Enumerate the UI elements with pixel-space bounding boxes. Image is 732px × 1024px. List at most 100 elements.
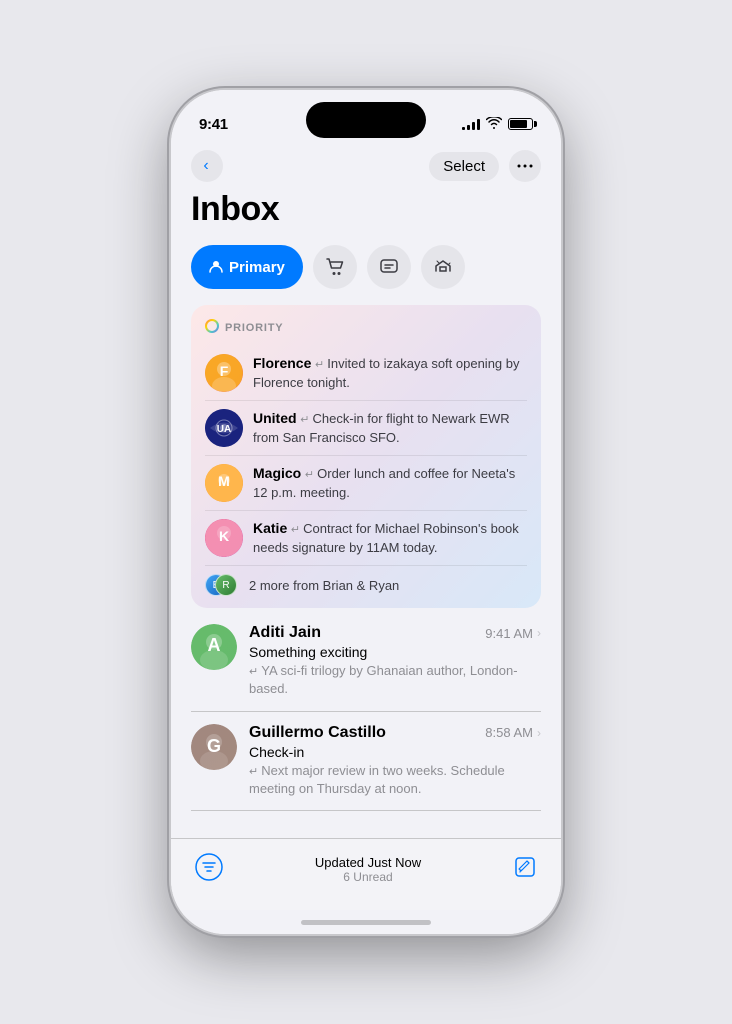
florence-message: Florence ↵ Invited to izakaya soft openi… [253,354,527,392]
status-time: 9:41 [199,116,228,133]
svg-text:F: F [220,363,229,379]
katie-sender: Katie [253,520,287,536]
signal-bar-1 [462,127,465,130]
aditi-subject: Something exciting [249,644,541,660]
aditi-preview: ↵ YA sci-fi trilogy by Ghanaian author, … [249,662,541,699]
aditi-time: 9:41 AM [485,626,533,641]
back-arrow-icon: ‹ [203,157,208,175]
magico-avatar: M [205,464,243,502]
more-avatar-group: B R [205,574,231,596]
guillermo-preview: ↵ Next major review in two weeks. Schedu… [249,762,541,799]
guillermo-time-row: 8:58 AM › [485,725,541,740]
priority-item-katie[interactable]: K Katie ↵ [205,511,527,566]
home-bar [301,920,431,925]
status-icons [462,117,533,132]
aditi-time-row: 9:41 AM › [485,626,541,641]
signal-bar-2 [467,125,470,130]
svg-text:M: M [218,473,230,489]
united-sender: United [253,410,297,426]
aditi-mail-body: Aditi Jain 9:41 AM › Something exciting … [249,624,541,699]
tab-primary[interactable]: Primary [191,245,303,289]
nav-right-buttons: Select [429,150,541,182]
primary-tab-label: Primary [229,259,285,276]
tab-messages[interactable] [367,245,411,289]
svg-text:A: A [208,635,221,655]
messages-icon [380,258,398,276]
magico-text: Magico ↵ Order lunch and coffee for Neet… [253,464,527,502]
home-indicator [171,910,561,934]
florence-text: Florence ↵ Invited to izakaya soft openi… [253,354,527,392]
inbox-title: Inbox [191,190,541,229]
mail-item-aditi[interactable]: A Aditi Jain 9:41 AM [191,612,541,712]
toolbar-status: Updated Just Now 6 Unread [315,855,421,884]
guillermo-header-row: Guillermo Castillo 8:58 AM › [249,724,541,742]
aditi-sender: Aditi Jain [249,624,321,642]
priority-item-florence[interactable]: F Florence ↵ [205,346,527,401]
aditi-summary-icon: ↵ [249,666,261,678]
tab-shopping[interactable] [313,245,357,289]
katie-summary-icon: ↵ [291,524,303,536]
more-senders[interactable]: B R 2 more from Brian & Ryan [205,566,527,598]
priority-icon [205,319,219,336]
ryan-avatar: R [215,574,237,596]
promos-icon [434,258,452,276]
guillermo-time: 8:58 AM [485,725,533,740]
florence-summary-icon: ↵ [315,359,327,371]
wifi-icon [486,117,502,132]
bottom-toolbar: Updated Just Now 6 Unread [171,838,561,910]
guillermo-summary-icon: ↵ [249,766,261,778]
priority-label: PRIORITY [205,319,527,336]
ellipsis-icon [517,164,533,168]
filter-button[interactable] [195,853,223,886]
filter-icon [195,853,223,881]
phone-screen: 9:41 [171,90,561,934]
battery-icon [508,118,533,130]
tab-promos[interactable] [421,245,465,289]
priority-item-magico[interactable]: M Magico ↵ [205,456,527,511]
guillermo-avatar: G [191,724,237,770]
svg-text:UA: UA [217,424,231,435]
priority-item-united[interactable]: UA United ↵ Check-in for flight to Newar… [205,401,527,456]
svg-text:K: K [219,528,229,544]
guillermo-mail-body: Guillermo Castillo 8:58 AM › Check-in ↵ … [249,724,541,799]
priority-sparkle-icon [205,319,219,333]
united-message: United ↵ Check-in for flight to Newark E… [253,409,527,447]
select-button[interactable]: Select [429,152,499,181]
svg-text:G: G [207,736,221,756]
katie-text: Katie ↵ Contract for Michael Robinson's … [253,519,527,557]
more-senders-text: 2 more from Brian & Ryan [249,578,399,593]
united-summary-icon: ↵ [300,414,312,426]
priority-section: PRIORITY F [191,305,541,608]
magico-message: Magico ↵ Order lunch and coffee for Neet… [253,464,527,502]
katie-avatar: K [205,519,243,557]
shopping-cart-icon [326,258,344,276]
aditi-chevron-icon: › [537,626,541,640]
katie-message: Katie ↵ Contract for Michael Robinson's … [253,519,527,557]
nav-bar: ‹ Select [171,144,561,190]
mail-item-guillermo[interactable]: G Guillermo Castillo 8:58 AM [191,712,541,812]
updated-text: Updated Just Now [315,855,421,870]
aditi-avatar: A [191,624,237,670]
battery-fill [510,120,527,128]
florence-avatar: F [205,354,243,392]
status-bar: 9:41 [171,90,561,144]
phone-frame: 9:41 [171,90,561,934]
primary-tab-icon [209,259,223,276]
florence-sender: Florence [253,355,311,371]
signal-bar-4 [477,119,480,130]
magico-summary-icon: ↵ [305,469,317,481]
compose-button[interactable] [513,855,537,885]
tab-row: Primary [191,245,541,289]
compose-icon [513,855,537,879]
unread-count: 6 Unread [315,870,421,884]
dynamic-island [306,102,426,138]
signal-bars-icon [462,118,480,130]
guillermo-chevron-icon: › [537,726,541,740]
guillermo-sender: Guillermo Castillo [249,724,386,742]
mail-content: Inbox Primary [171,190,561,838]
back-button[interactable]: ‹ [191,150,223,182]
aditi-header-row: Aditi Jain 9:41 AM › [249,624,541,642]
more-button[interactable] [509,150,541,182]
united-text: United ↵ Check-in for flight to Newark E… [253,409,527,447]
signal-bar-3 [472,122,475,130]
